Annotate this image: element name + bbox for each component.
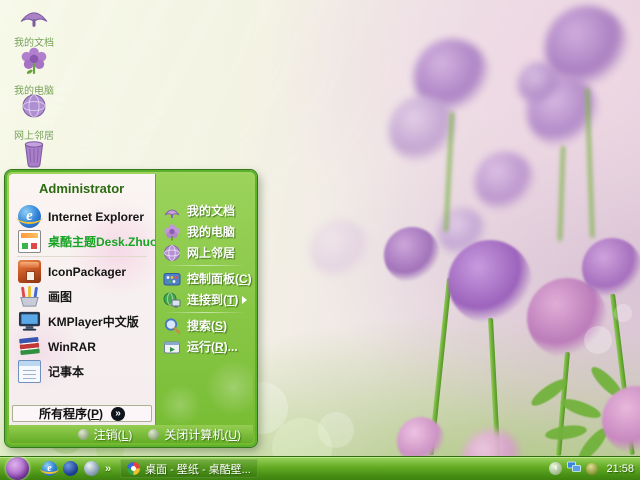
item-label: 连接到(T) (187, 293, 239, 307)
start-button[interactable] (6, 457, 29, 480)
log-off-label: 注销(L) (93, 427, 133, 442)
submenu-arrow-icon (242, 296, 247, 304)
taskbar-clock[interactable]: 21:58 (606, 463, 634, 475)
item-label: 控制面板(C) (187, 272, 252, 286)
menu-separator (163, 312, 246, 313)
item-label: 搜索(S) (187, 319, 228, 333)
zhuoku-pinwheel-icon (127, 462, 141, 475)
network-places-icon (163, 244, 181, 262)
quick-launch: » (40, 461, 111, 476)
startmenu-item-paint[interactable]: 画图 (9, 284, 155, 309)
item-label: 记事本 (48, 365, 85, 379)
startmenu-item-winrar[interactable]: WinRAR (9, 334, 155, 359)
paint-icon (18, 285, 41, 308)
shut-down-button[interactable]: 关闭计算机(U) (148, 426, 241, 443)
flower-stem (557, 145, 565, 242)
tray-input-method-icon[interactable] (586, 462, 599, 475)
item-label: 网上邻居 (187, 246, 236, 260)
desktop: 我的文档 我的电脑 网上邻居 回收站 Administrator Interne… (0, 0, 640, 480)
bokeh (318, 412, 354, 448)
all-programs-label: 所有程序(P) (38, 407, 103, 421)
desktop-icon-network-places[interactable]: 网上邻居 (6, 93, 62, 142)
system-tray: 21:58 (549, 460, 634, 478)
item-label: 画图 (48, 290, 73, 304)
startmenu-item-my-computer[interactable]: 我的电脑 (156, 221, 253, 242)
wallpaper-flower (518, 62, 562, 106)
startmenu-item-connect-to[interactable]: 连接到(T) (156, 289, 253, 310)
iconpackager-icon (18, 260, 41, 283)
run-icon (163, 338, 181, 356)
startmenu-item-my-documents[interactable]: 我的文档 (156, 200, 253, 221)
startmenu-item-kmplayer[interactable]: KMPlayer中文版 (9, 309, 155, 334)
item-label: Internet Explorer (48, 209, 145, 224)
my-documents-icon (163, 202, 181, 220)
control-panel-icon (163, 270, 181, 288)
log-off-button[interactable]: 注销(L) (77, 426, 133, 443)
quicklaunch-overflow-chevron[interactable]: » (105, 463, 111, 475)
taskbar: » 桌面 - 壁纸 - 桌酷壁... 21:58 (0, 456, 640, 480)
wallpaper-flower (602, 386, 640, 454)
all-programs-arrow-icon: » (111, 406, 125, 421)
start-menu-footer: 注销(L) 关闭计算机(U) (9, 425, 253, 443)
shut-down-icon (148, 428, 160, 440)
leaf (559, 395, 603, 422)
item-label: 我的文档 (187, 204, 236, 218)
quicklaunch-show-desktop-icon[interactable] (84, 461, 99, 476)
item-label: 桌酷主题Desk.ZhuoKu.Com (48, 235, 155, 249)
startmenu-item-control-panel[interactable]: 控制面板(C) (156, 268, 253, 289)
startmenu-item-search[interactable]: 搜索(S) (156, 315, 253, 336)
wallpaper-flower (448, 240, 532, 324)
bokeh (584, 326, 612, 354)
wallpaper-flower (582, 238, 640, 298)
bokeh (614, 304, 632, 322)
menu-separator (163, 265, 246, 266)
internet-explorer-icon (16, 205, 43, 228)
taskbar-task-button[interactable]: 桌面 - 壁纸 - 桌酷壁... (120, 459, 258, 478)
start-menu-right-column: 我的文档 我的电脑 网上邻居 控制面板(C) 连接到(T) 搜索(S) 运行(R… (155, 174, 253, 425)
startmenu-item-network-places[interactable]: 网上邻居 (156, 242, 253, 263)
user-name: Administrator (39, 181, 125, 196)
startmenu-item-iconpackager[interactable]: IconPackager (9, 259, 155, 284)
item-label: IconPackager (48, 264, 127, 279)
network-places-icon (20, 94, 48, 125)
pinned-separator (17, 256, 147, 257)
leaf (544, 423, 588, 442)
item-label: 我的电脑 (187, 225, 236, 239)
all-programs-button[interactable]: 所有程序(P) » (12, 405, 152, 422)
desktop-icon-my-computer[interactable]: 我的电脑 (6, 46, 62, 97)
start-menu-left-column: Administrator Internet Explorer 桌酷主题Desk… (9, 174, 155, 425)
wallpaper-flower (310, 220, 370, 280)
item-label: KMPlayer中文版 (48, 315, 139, 329)
quicklaunch-internet-explorer-icon[interactable] (40, 461, 59, 476)
kmplayer-icon (18, 310, 41, 333)
item-label: WinRAR (48, 339, 96, 354)
search-icon (163, 317, 181, 335)
my-computer-icon (19, 47, 49, 80)
task-button-label: 桌面 - 壁纸 - 桌酷壁... (145, 463, 251, 476)
startmenu-item-notepad[interactable]: 记事本 (9, 359, 155, 384)
wallpaper-flower (475, 152, 535, 212)
desktop-icon-my-documents[interactable]: 我的文档 (6, 2, 62, 49)
startmenu-item-run[interactable]: 运行(R)... (156, 336, 253, 357)
wallpaper-flower (384, 227, 440, 283)
my-documents-icon (19, 12, 49, 32)
startmenu-item-internet-explorer[interactable]: Internet Explorer (9, 204, 155, 229)
zhuoku-theme-icon (18, 230, 41, 253)
notepad-icon (18, 360, 41, 383)
connect-to-icon (163, 291, 181, 309)
quicklaunch-media-player-icon[interactable] (63, 461, 78, 476)
startmenu-item-zhuoku-theme[interactable]: 桌酷主题Desk.ZhuoKu.Com (9, 229, 155, 254)
tray-network-icon[interactable] (567, 460, 582, 478)
my-computer-icon (163, 223, 181, 241)
hide-tray-icons-button[interactable] (549, 462, 563, 475)
item-label: 运行(R)... (187, 340, 238, 354)
winrar-icon (18, 335, 41, 358)
shut-down-label: 关闭计算机(U) (164, 427, 241, 442)
log-off-icon (77, 428, 89, 440)
start-menu: Administrator Internet Explorer 桌酷主题Desk… (5, 170, 257, 447)
